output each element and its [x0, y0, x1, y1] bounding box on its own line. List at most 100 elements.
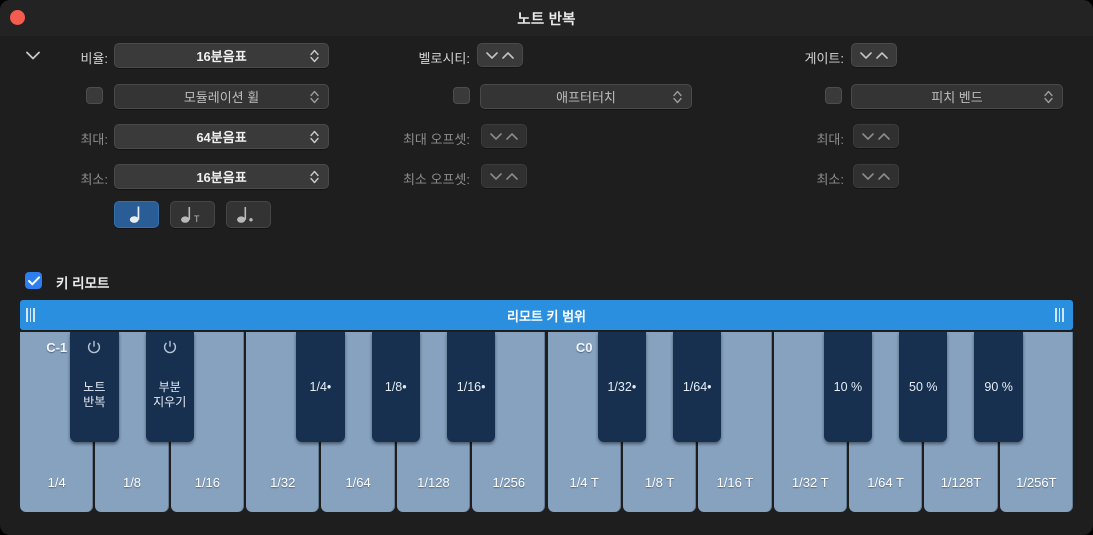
chevron-up-icon [878, 132, 890, 140]
min-popup[interactable]: 16분음표 [114, 164, 329, 189]
chevron-up-icon [506, 132, 518, 140]
range-left-handle[interactable] [26, 308, 38, 322]
note-value-straight-button[interactable] [114, 201, 159, 228]
rate-value: 16분음표 [196, 49, 247, 64]
note-value-dotted-button[interactable] [226, 201, 271, 228]
white-key-label: 1/8 T [644, 475, 675, 490]
white-key-label: 1/32 T [791, 475, 829, 490]
min-offset-stepper[interactable] [481, 164, 527, 188]
range-right-handle[interactable] [1055, 308, 1067, 322]
gate-source-value: 피치 벤드 [931, 90, 983, 105]
white-key-label: 1/64 T [867, 475, 904, 490]
key-remote-keyboard: 리모트 키 범위 C-1 1/4 1/8 1/16 1/32 1/64 1/128 1/256… [20, 300, 1073, 512]
black-key-label: 1/4• [309, 380, 332, 394]
black-key[interactable]: 1/64• [673, 332, 722, 442]
black-key[interactable]: 부분 지우기 [145, 332, 194, 442]
black-key-label: 노트 반복 [83, 380, 106, 409]
black-key[interactable]: 90 % [974, 332, 1023, 442]
note-triplet-icon: T [181, 207, 200, 224]
chevron-down-icon [486, 51, 498, 59]
max-value: 64분음표 [196, 130, 247, 145]
chevron-updown-icon [673, 89, 682, 104]
gate-label: 게이트: [804, 51, 845, 66]
power-icon [162, 340, 177, 360]
rate-popup[interactable]: 16분음표 [114, 43, 329, 68]
remote-key-range-label: 리모트 키 범위 [507, 308, 586, 324]
white-key-label: 1/32 [270, 475, 296, 490]
white-key-label: 1/8 [122, 475, 142, 490]
title-bar: 노트 반복 [0, 0, 1093, 36]
chevron-up-icon [502, 51, 514, 59]
chevron-updown-icon [1044, 89, 1053, 104]
chevron-up-icon [506, 172, 518, 180]
chevron-down-icon [490, 132, 502, 140]
svg-text:T: T [194, 214, 200, 224]
black-key-label: 1/16• [456, 380, 486, 394]
chevron-updown-icon [310, 169, 319, 184]
velocity-source-checkbox[interactable] [453, 87, 470, 104]
black-key-label: 10 % [833, 380, 863, 394]
velocity-stepper[interactable] [477, 43, 523, 67]
white-key-label: 1/128 [417, 475, 450, 490]
modulation-source-checkbox[interactable] [86, 87, 103, 104]
max-label: 최대: [80, 132, 108, 147]
key-remote-label: 키 리모트 [56, 276, 110, 291]
black-key[interactable]: 노트 반복 [70, 332, 119, 442]
white-key-label: 1/16 [194, 475, 221, 490]
gate-min-stepper[interactable] [853, 164, 899, 188]
gate-max-stepper[interactable] [853, 124, 899, 148]
chevron-up-icon [878, 172, 890, 180]
chevron-up-icon [876, 51, 888, 59]
note-value-triplet-button[interactable]: T [170, 201, 215, 228]
black-key[interactable]: 1/8• [371, 332, 420, 442]
note-repeat-window: 노트 반복 비율: 16분음표 모듈레이션 휠 최대: 64분음표 최소: 16… [0, 0, 1093, 535]
note-dotted-icon [237, 207, 253, 223]
white-key-label: 1/256T [1016, 475, 1057, 490]
gate-min-label: 최소: [816, 172, 844, 187]
velocity-source-value: 애프터터치 [556, 90, 616, 105]
white-key-label: 1/16 T [716, 475, 754, 490]
black-key[interactable]: 1/4• [296, 332, 345, 442]
note-icon [129, 206, 139, 223]
velocity-label: 벨로시티: [418, 51, 470, 66]
black-key[interactable]: 50 % [899, 332, 948, 442]
max-offset-stepper[interactable] [481, 124, 527, 148]
chevron-updown-icon [310, 48, 319, 63]
piano-keys: C-1 1/4 1/8 1/16 1/32 1/64 1/128 1/256 C0 1/4 T 1/… [20, 332, 1073, 512]
white-key-label: 1/4 [47, 475, 66, 490]
black-key[interactable]: 1/16• [446, 332, 496, 442]
white-key-label: 1/4 T [569, 475, 599, 490]
velocity-source-popup[interactable]: 애프터터치 [480, 84, 692, 109]
checkmark-icon [27, 275, 40, 285]
min-offset-label: 최소 오프셋: [402, 172, 470, 187]
black-key-label: 1/32• [607, 380, 637, 394]
black-key-label: 50 % [909, 380, 938, 394]
chevron-down-icon [862, 132, 874, 140]
power-icon [87, 340, 102, 360]
key-remote-checkbox[interactable] [25, 272, 42, 289]
modulation-source-popup[interactable]: 모듈레이션 휠 [114, 84, 329, 109]
modulation-source-value: 모듈레이션 휠 [183, 90, 260, 105]
window-title: 노트 반복 [517, 12, 576, 28]
black-key[interactable]: 10 % [823, 332, 873, 442]
min-value: 16분음표 [196, 170, 247, 185]
gate-source-popup[interactable]: 피치 벤드 [851, 84, 1063, 109]
chevron-down-icon [490, 172, 502, 180]
black-key-label: 부분 지우기 [153, 380, 187, 409]
max-offset-label: 최대 오프셋: [402, 132, 470, 147]
black-key[interactable]: 1/32• [597, 332, 647, 442]
min-label: 최소: [80, 172, 108, 187]
gate-stepper[interactable] [851, 43, 897, 67]
chevron-updown-icon [310, 89, 319, 104]
black-key-label: 1/8• [384, 380, 407, 394]
remote-key-range-bar[interactable]: 리모트 키 범위 [20, 300, 1073, 330]
chevron-down-icon [862, 172, 874, 180]
white-key-label: 1/64 [345, 475, 371, 490]
black-key-label: 1/64• [682, 380, 712, 394]
max-popup[interactable]: 64분음표 [114, 124, 329, 149]
gate-max-label: 최대: [816, 132, 844, 147]
rate-label: 비율: [80, 51, 108, 66]
chevron-updown-icon [310, 129, 319, 144]
gate-source-checkbox[interactable] [825, 87, 842, 104]
white-key-label: 1/256 [492, 475, 526, 490]
